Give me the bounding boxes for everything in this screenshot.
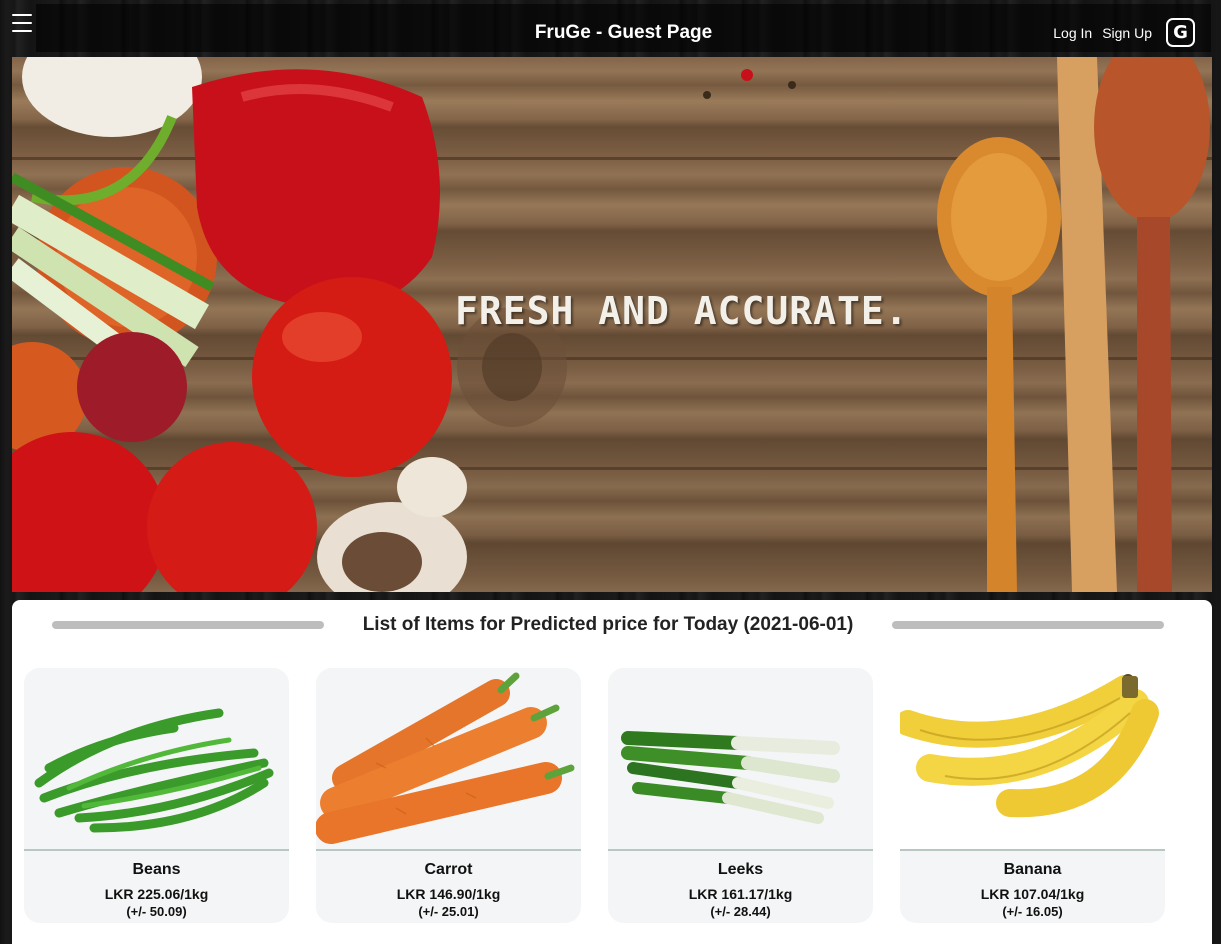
card-divider	[900, 849, 1165, 851]
page-title: FruGe - Guest Page	[534, 22, 713, 43]
nav-links: Log In Sign Up G	[1053, 18, 1195, 47]
item-name: Beans	[132, 861, 181, 878]
leeks-image	[608, 668, 873, 849]
carrot-image	[316, 668, 581, 849]
beans-image	[24, 668, 289, 849]
item-card-banana[interactable]: Banana LKR 107.04/1kg (+/- 16.05)	[900, 668, 1165, 923]
banana-image	[900, 668, 1165, 849]
card-divider	[608, 849, 873, 851]
header-rule-left	[52, 621, 324, 629]
item-name: Carrot	[424, 861, 473, 878]
hero-banner: FRESH AND ACCURATE.	[12, 57, 1212, 592]
header-rule-right	[892, 621, 1164, 629]
section-header: List of Items for Predicted price for To…	[52, 610, 1164, 640]
item-price: LKR 161.17/1kg	[688, 886, 793, 902]
item-price: LKR 107.04/1kg	[980, 886, 1085, 902]
navbar-bar: FruGe - Guest Page Log In Sign Up G	[36, 4, 1211, 52]
item-range: (+/- 25.01)	[418, 904, 479, 919]
top-navbar: FruGe - Guest Page Log In Sign Up G	[0, 0, 1221, 54]
item-card-beans[interactable]: Beans LKR 225.06/1kg (+/- 50.09)	[24, 668, 289, 923]
card-divider	[24, 849, 289, 851]
account-button[interactable]: G	[1166, 18, 1195, 47]
item-card-leeks[interactable]: Leeks LKR 161.17/1kg (+/- 28.44)	[608, 668, 873, 923]
item-price: LKR 146.90/1kg	[396, 886, 501, 902]
card-divider	[316, 849, 581, 851]
item-range: (+/- 28.44)	[710, 904, 771, 919]
login-link[interactable]: Log In	[1053, 25, 1092, 41]
item-price: LKR 225.06/1kg	[104, 886, 209, 902]
item-name: Leeks	[717, 861, 764, 878]
item-cards: Beans LKR 225.06/1kg (+/- 50.09) Carrot …	[24, 668, 1165, 923]
signup-link[interactable]: Sign Up	[1102, 25, 1152, 41]
hamburger-menu-icon[interactable]	[12, 12, 34, 34]
section-title: List of Items for Predicted price for To…	[362, 614, 854, 635]
predicted-price-section: List of Items for Predicted price for To…	[12, 600, 1212, 944]
item-name: Banana	[1003, 861, 1062, 878]
hero-tagline: FRESH AND ACCURATE.	[455, 289, 909, 333]
item-range: (+/- 50.09)	[126, 904, 187, 919]
item-card-carrot[interactable]: Carrot LKR 146.90/1kg (+/- 25.01)	[316, 668, 581, 923]
item-range: (+/- 16.05)	[1002, 904, 1063, 919]
